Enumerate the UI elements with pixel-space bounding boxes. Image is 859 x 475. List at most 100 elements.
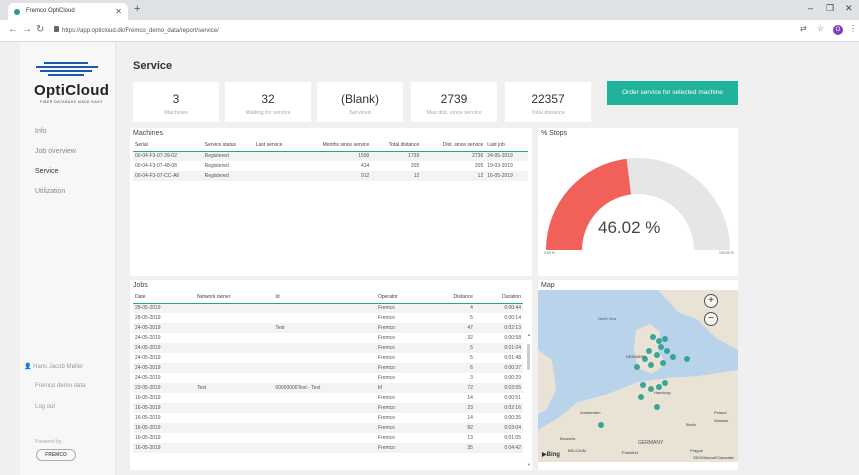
table-cell: Registered xyxy=(202,171,254,181)
table-cell: 0:00:14 xyxy=(504,315,521,321)
machines-title: Machines xyxy=(133,130,163,137)
sidebar-item-utilization[interactable]: Utilization xyxy=(35,188,65,195)
table-row[interactable]: 24-05-2019 Fremco 6 0:00:37 xyxy=(133,363,523,373)
scroll-up-icon[interactable]: ▲ xyxy=(527,332,531,337)
table-row[interactable]: 16-05-2019 Fremco 14 0:00:51 xyxy=(133,393,523,403)
table-row[interactable]: 16-05-2019 Fremco 35 0:04:42 xyxy=(133,443,523,453)
table-cell: Fremco xyxy=(375,323,426,333)
column-header[interactable]: Operator xyxy=(375,292,426,304)
map-marker[interactable] xyxy=(654,352,660,358)
table-cell: 0:03:55 xyxy=(474,383,523,393)
profile-avatar[interactable]: O xyxy=(833,25,843,35)
url-field[interactable]: https://app.opticloud.dk/Fremco_demo_dat… xyxy=(62,24,219,38)
table-row[interactable]: 28-05-2019 Fremco 4 0:00:44 xyxy=(133,303,523,313)
map-marker[interactable] xyxy=(634,364,640,370)
table-row[interactable]: 00-04-F3-07-48-08 Registered 414 205 205 19-0… xyxy=(133,161,528,171)
table-row[interactable]: 28-05-2019 Fremco 5 0:00:14 xyxy=(133,313,523,323)
map-marker[interactable] xyxy=(662,380,668,386)
table-row[interactable]: 24-05-2019 Fremco 5 0:01:04 xyxy=(133,343,523,353)
table-row[interactable]: 00-04-F3-07-CC-A6 Registered 912 12 12 16-05-… xyxy=(133,171,528,181)
gauge-max-label: 100.00 % xyxy=(719,251,734,255)
restore-icon[interactable]: ❐ xyxy=(826,3,834,14)
sidebar-item-info[interactable]: Info xyxy=(35,128,47,135)
map-label-germany: GERMANY xyxy=(638,440,664,446)
order-service-button[interactable]: Order service for selected machine xyxy=(607,81,738,105)
column-header[interactable]: Months since service xyxy=(298,140,372,152)
user-item[interactable]: 👤 Hans Jacob Møller xyxy=(24,363,83,370)
bing-logo: ▶Bing xyxy=(542,452,560,458)
column-header[interactable]: Total distance xyxy=(371,140,422,152)
table-row[interactable]: 24-05-2019 Fremco 5 0:01:48 xyxy=(133,353,523,363)
browser-tab[interactable]: Fremco OptiCloud ✕ xyxy=(8,3,128,20)
reload-icon[interactable]: ↻ xyxy=(36,24,44,35)
kpi-card-waiting: 32 Waiting for service xyxy=(225,82,311,122)
minimize-icon[interactable]: – xyxy=(808,3,813,13)
map-marker[interactable] xyxy=(640,382,646,388)
table-cell: 0:01:05 xyxy=(504,435,521,441)
column-header[interactable]: Id xyxy=(273,292,376,304)
zoom-in-button[interactable]: + xyxy=(704,294,718,308)
column-header[interactable]: Last service xyxy=(253,140,299,152)
table-row[interactable]: 24-05-2019 Fremco 3 0:00:29 xyxy=(133,373,523,383)
table-row[interactable]: 16-05-2019 Fremco 13 0:01:05 xyxy=(133,433,523,443)
window-close-icon[interactable]: ✕ xyxy=(845,3,853,14)
logout-link[interactable]: Log out xyxy=(35,404,55,410)
translate-icon[interactable]: ⇄ xyxy=(800,24,807,33)
sidebar-item-service[interactable]: Service xyxy=(35,168,58,175)
table-cell xyxy=(273,443,376,453)
kpi-label: Waiting for service xyxy=(245,110,291,116)
column-header[interactable]: Network owner xyxy=(195,292,274,304)
table-cell: 16-05-2019 xyxy=(135,435,161,441)
table-cell: 0:02:13 xyxy=(474,323,523,333)
back-icon[interactable]: ← xyxy=(8,24,18,35)
map-label-denmark: DENMARK xyxy=(626,354,647,359)
map-marker[interactable] xyxy=(660,360,666,366)
table-cell: 0:00:29 xyxy=(504,375,521,381)
map-marker[interactable] xyxy=(650,334,656,340)
map-marker[interactable] xyxy=(646,348,652,354)
map-marker[interactable] xyxy=(670,354,676,360)
new-tab-icon[interactable]: + xyxy=(134,3,140,15)
jobs-scrollbar[interactable] xyxy=(527,344,530,370)
map-marker[interactable] xyxy=(598,422,604,428)
map-marker[interactable] xyxy=(662,336,668,342)
table-row[interactable]: 16-05-2019 Fremco 23 0:02:16 xyxy=(133,403,523,413)
menu-kebab-icon[interactable]: ⋮ xyxy=(849,24,857,33)
map-marker[interactable] xyxy=(638,394,644,400)
sidebar-item-job-overview[interactable]: Job overview xyxy=(35,148,76,155)
map-view[interactable]: North Sea DENMARK Hamburg Amsterdam Berl… xyxy=(538,290,738,462)
zoom-out-button[interactable]: − xyxy=(704,312,718,326)
map-marker[interactable] xyxy=(664,348,670,354)
map-marker[interactable] xyxy=(658,344,664,350)
table-cell: 13 xyxy=(467,435,473,441)
table-row[interactable]: 16-05-2019 Fremco 14 0:00:35 xyxy=(133,413,523,423)
column-header[interactable]: Last job xyxy=(485,140,528,152)
table-cell xyxy=(273,353,376,363)
column-header[interactable]: Serial xyxy=(133,140,203,152)
column-header[interactable]: Service status xyxy=(202,140,254,152)
column-header[interactable]: Date xyxy=(133,292,196,304)
table-cell: Fremco xyxy=(377,435,395,441)
table-cell: kf xyxy=(375,383,426,393)
close-tab-icon[interactable]: ✕ xyxy=(115,3,122,20)
scroll-down-icon[interactable]: ▼ xyxy=(527,462,531,467)
column-header[interactable]: Dist. since service xyxy=(421,140,486,152)
table-row[interactable]: 24-05-2019 Fremco 32 0:00:58 xyxy=(133,333,523,343)
table-cell xyxy=(195,333,273,343)
column-header[interactable]: Distance xyxy=(425,292,475,304)
map-marker[interactable] xyxy=(654,404,660,410)
column-header[interactable]: Duration xyxy=(474,292,523,304)
forward-icon[interactable]: → xyxy=(22,24,32,35)
table-cell: 12 xyxy=(421,171,486,181)
organization-item[interactable]: Fremco demo data xyxy=(35,383,85,389)
table-cell xyxy=(273,343,376,353)
table-cell: 24-05-2019 xyxy=(485,151,528,161)
table-row[interactable]: 23-05-2019 Test 00000000Test - Test kf 72 0:0… xyxy=(133,383,523,393)
bookmark-star-icon[interactable]: ☆ xyxy=(817,24,824,33)
table-row[interactable]: 24-05-2019 Test Fremco 47 0:02:13 xyxy=(133,323,523,333)
table-row[interactable]: 16-05-2019 Fremco 82 0:03:04 xyxy=(133,423,523,433)
map-marker[interactable] xyxy=(648,362,654,368)
table-cell: 12 xyxy=(371,171,422,181)
table-row[interactable]: 00-04-F3-07-39-02 Registered 1500 1739 2736 2… xyxy=(133,151,528,161)
map-marker[interactable] xyxy=(684,356,690,362)
